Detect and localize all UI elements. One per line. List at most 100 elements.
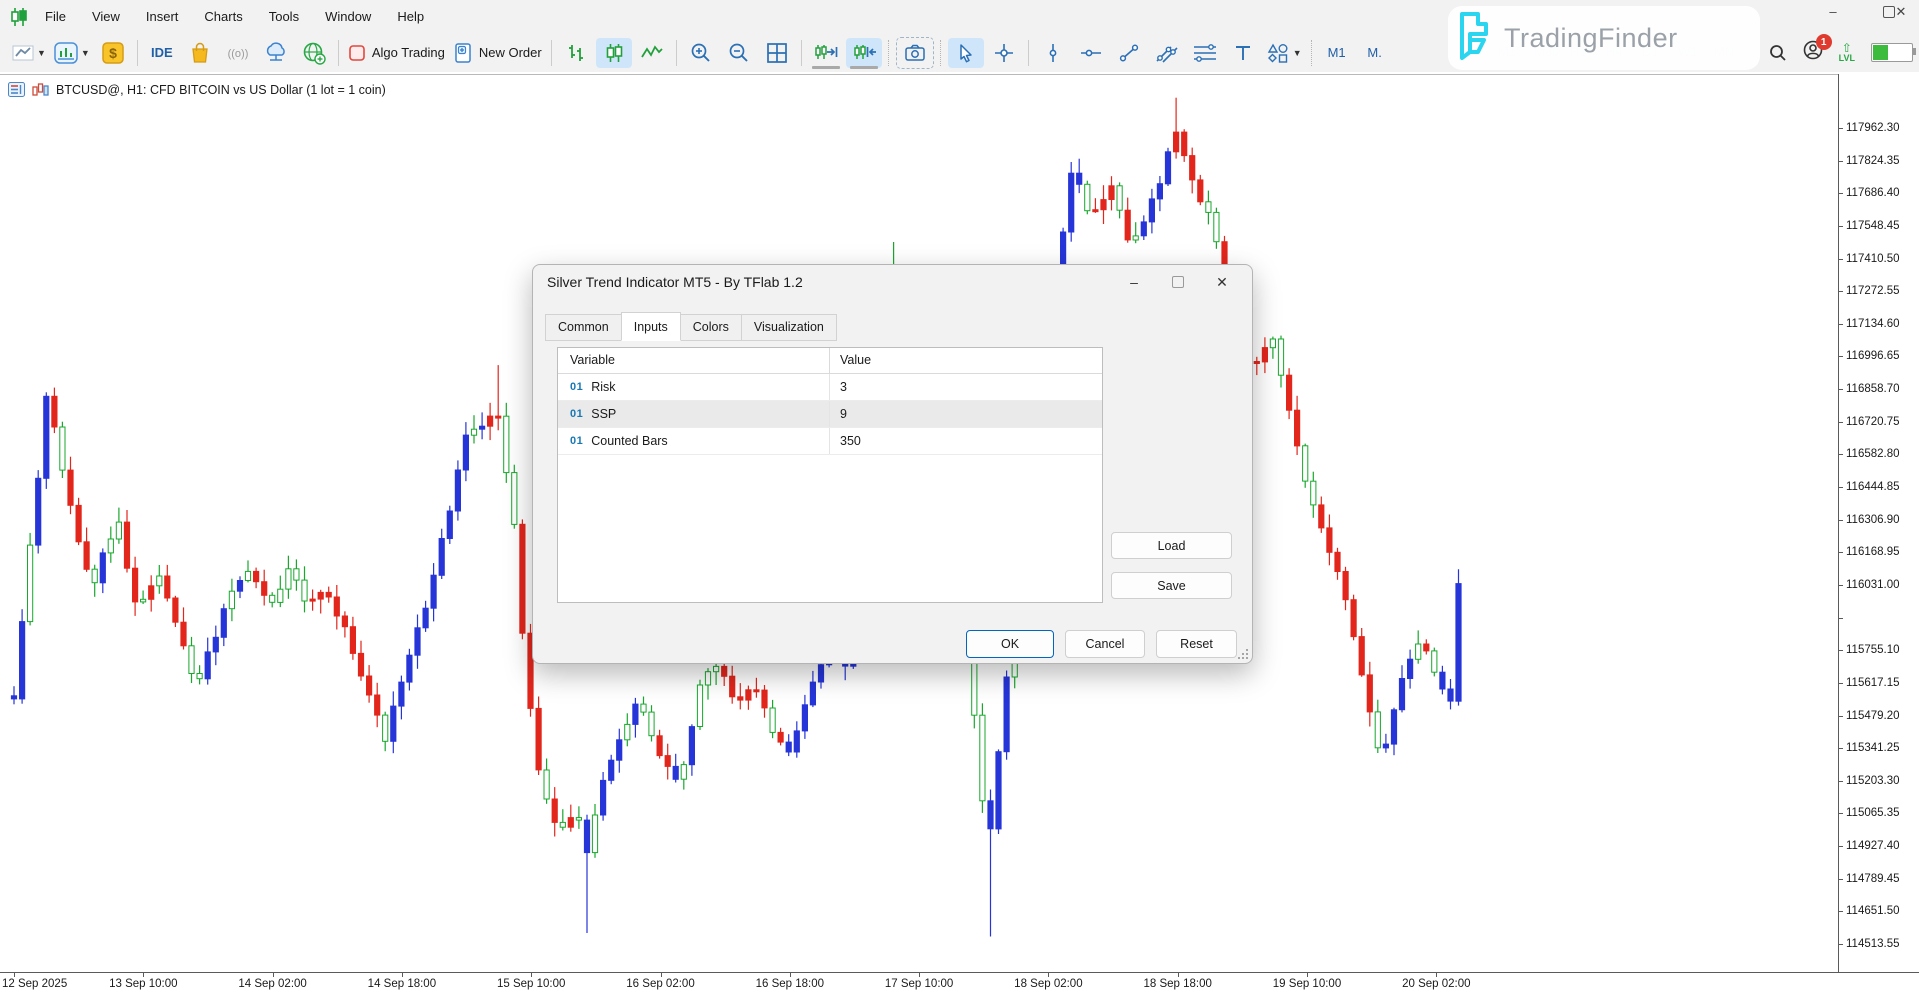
algo-trading-button[interactable]: Algo Trading [345, 38, 448, 68]
trendline-button[interactable] [1111, 38, 1147, 68]
ok-button[interactable]: OK [966, 630, 1054, 658]
price-axis-tick [1838, 911, 1843, 912]
depth-of-market-icon[interactable] [32, 82, 49, 97]
zoom-in-button[interactable] [683, 38, 719, 68]
one-click-trading-icon[interactable] [8, 82, 25, 97]
market-watch-button[interactable]: ▼ [51, 38, 93, 68]
trendline-icon [1118, 42, 1140, 64]
date-axis-label: 18 Sep 18:00 [1143, 978, 1211, 990]
vertical-line-button[interactable] [1035, 38, 1071, 68]
plot-right-border [1838, 74, 1839, 972]
menu-item-charts[interactable]: Charts [191, 0, 255, 33]
shapes-icon [1266, 42, 1290, 64]
tab-common[interactable]: Common [545, 314, 622, 341]
price-axis-label: 115479.20 [1846, 710, 1900, 722]
auto-scroll-button[interactable] [846, 38, 882, 68]
price-axis-tick [1838, 552, 1843, 553]
price-axis-tick [1838, 324, 1843, 325]
column-header-variable: Variable [558, 348, 830, 373]
input-value[interactable]: 3 [830, 374, 1102, 400]
menu-item-help[interactable]: Help [384, 0, 437, 33]
line-chart-button[interactable] [634, 38, 670, 68]
search-icon[interactable] [1769, 44, 1787, 62]
price-axis-label: 117548.45 [1846, 220, 1900, 232]
text-tool-button[interactable] [1225, 38, 1261, 68]
tab-visualization[interactable]: Visualization [741, 314, 837, 341]
chart-shift-button[interactable] [808, 38, 844, 68]
price-axis-label: 114513.55 [1846, 938, 1900, 950]
tradingfinder-watermark: TradingFinder [1448, 6, 1760, 70]
candlestick-button[interactable] [596, 38, 632, 68]
date-axis-label: 13 Sep 10:00 [109, 978, 177, 990]
tradingfinder-brand-text: TradingFinder [1504, 23, 1678, 54]
dialog-maximize-button[interactable] [1156, 267, 1200, 297]
save-button[interactable]: Save [1111, 572, 1232, 599]
market-bag-button[interactable] [182, 38, 218, 68]
svg-text:((o)): ((o)) [227, 48, 248, 60]
dialog-minimize-button[interactable]: – [1112, 267, 1156, 297]
channel-button[interactable] [1149, 38, 1185, 68]
dollar-button[interactable]: $ [95, 38, 131, 68]
numeric-input-icon: 01 [570, 401, 583, 427]
horizontal-line-button[interactable] [1073, 38, 1109, 68]
column-header-value: Value [830, 348, 1102, 373]
input-value[interactable]: 350 [830, 428, 1102, 454]
reset-button[interactable]: Reset [1156, 630, 1237, 658]
dialog-resize-grip[interactable] [1237, 648, 1248, 659]
input-value[interactable]: 9 [830, 401, 1102, 427]
date-axis-label: 12 Sep 2025 [2, 978, 67, 990]
cancel-button[interactable]: Cancel [1065, 630, 1145, 658]
fibo-lines-button[interactable] [1187, 38, 1223, 68]
tab-inputs[interactable]: Inputs [621, 312, 681, 341]
community-add-icon [302, 41, 326, 65]
chart-symbol-title: BTCUSD@, H1: CFD BITCOIN vs US Dollar (1… [56, 83, 386, 97]
chart-type-button[interactable]: ▼ [9, 38, 49, 68]
price-axis-tick [1838, 291, 1843, 292]
price-axis-tick [1838, 650, 1843, 651]
input-row-risk[interactable]: 01 Risk 3 [558, 374, 1102, 401]
crosshair-button[interactable] [986, 38, 1022, 68]
toolbar-separator [551, 40, 552, 66]
menu-item-insert[interactable]: Insert [133, 0, 192, 33]
bar-chart-button[interactable] [558, 38, 594, 68]
date-axis-label: 17 Sep 10:00 [885, 978, 953, 990]
menu-item-tools[interactable]: Tools [256, 0, 312, 33]
bar-chart-icon [566, 42, 586, 64]
chevron-down-icon: ▼ [81, 48, 90, 58]
price-axis-tick [1838, 846, 1843, 847]
menu-item-window[interactable]: Window [312, 0, 384, 33]
input-row-ssp[interactable]: 01 SSP 9 [558, 401, 1102, 428]
date-axis-label: 19 Sep 10:00 [1273, 978, 1341, 990]
user-account-button[interactable]: 1 [1803, 40, 1823, 65]
signal-button[interactable]: ((o)) [220, 38, 256, 68]
new-order-button[interactable]: New Order [450, 38, 545, 68]
price-axis-tick [1838, 226, 1843, 227]
tile-windows-button[interactable] [759, 38, 795, 68]
community-add-button[interactable] [296, 38, 332, 68]
load-button[interactable]: Load [1111, 532, 1232, 559]
chart-type-icon [12, 43, 34, 63]
date-axis[interactable]: 12 Sep 202513 Sep 10:0014 Sep 02:0014 Se… [0, 973, 1919, 996]
input-row-counted-bars[interactable]: 01 Counted Bars 350 [558, 428, 1102, 455]
screenshot-button[interactable] [896, 37, 934, 69]
window-maximize-button[interactable] [1857, 4, 1877, 20]
date-axis-tick [143, 973, 144, 977]
date-axis-label: 18 Sep 02:00 [1014, 978, 1082, 990]
menu-item-view[interactable]: View [79, 0, 133, 33]
shapes-button[interactable]: ▼ [1263, 38, 1305, 68]
tab-colors[interactable]: Colors [680, 314, 742, 341]
candlestick-icon [604, 42, 624, 64]
zoom-out-button[interactable] [721, 38, 757, 68]
timeframe-m1-button[interactable]: M1 [1319, 38, 1355, 68]
chart-title-bar: BTCUSD@, H1: CFD BITCOIN vs US Dollar (1… [8, 82, 386, 97]
price-axis-label: 116582.80 [1846, 448, 1900, 460]
toolbar-separator [1028, 40, 1029, 66]
ide-button[interactable]: IDE [144, 38, 180, 68]
dialog-close-button[interactable]: ✕ [1200, 267, 1244, 297]
menu-item-file[interactable]: File [32, 0, 79, 33]
cloud-button[interactable] [258, 38, 294, 68]
timeframe-m5-button[interactable]: M. [1357, 38, 1393, 68]
window-minimize-button[interactable]: – [1823, 4, 1843, 20]
zoom-in-icon [690, 42, 712, 64]
cursor-button[interactable] [948, 38, 984, 68]
